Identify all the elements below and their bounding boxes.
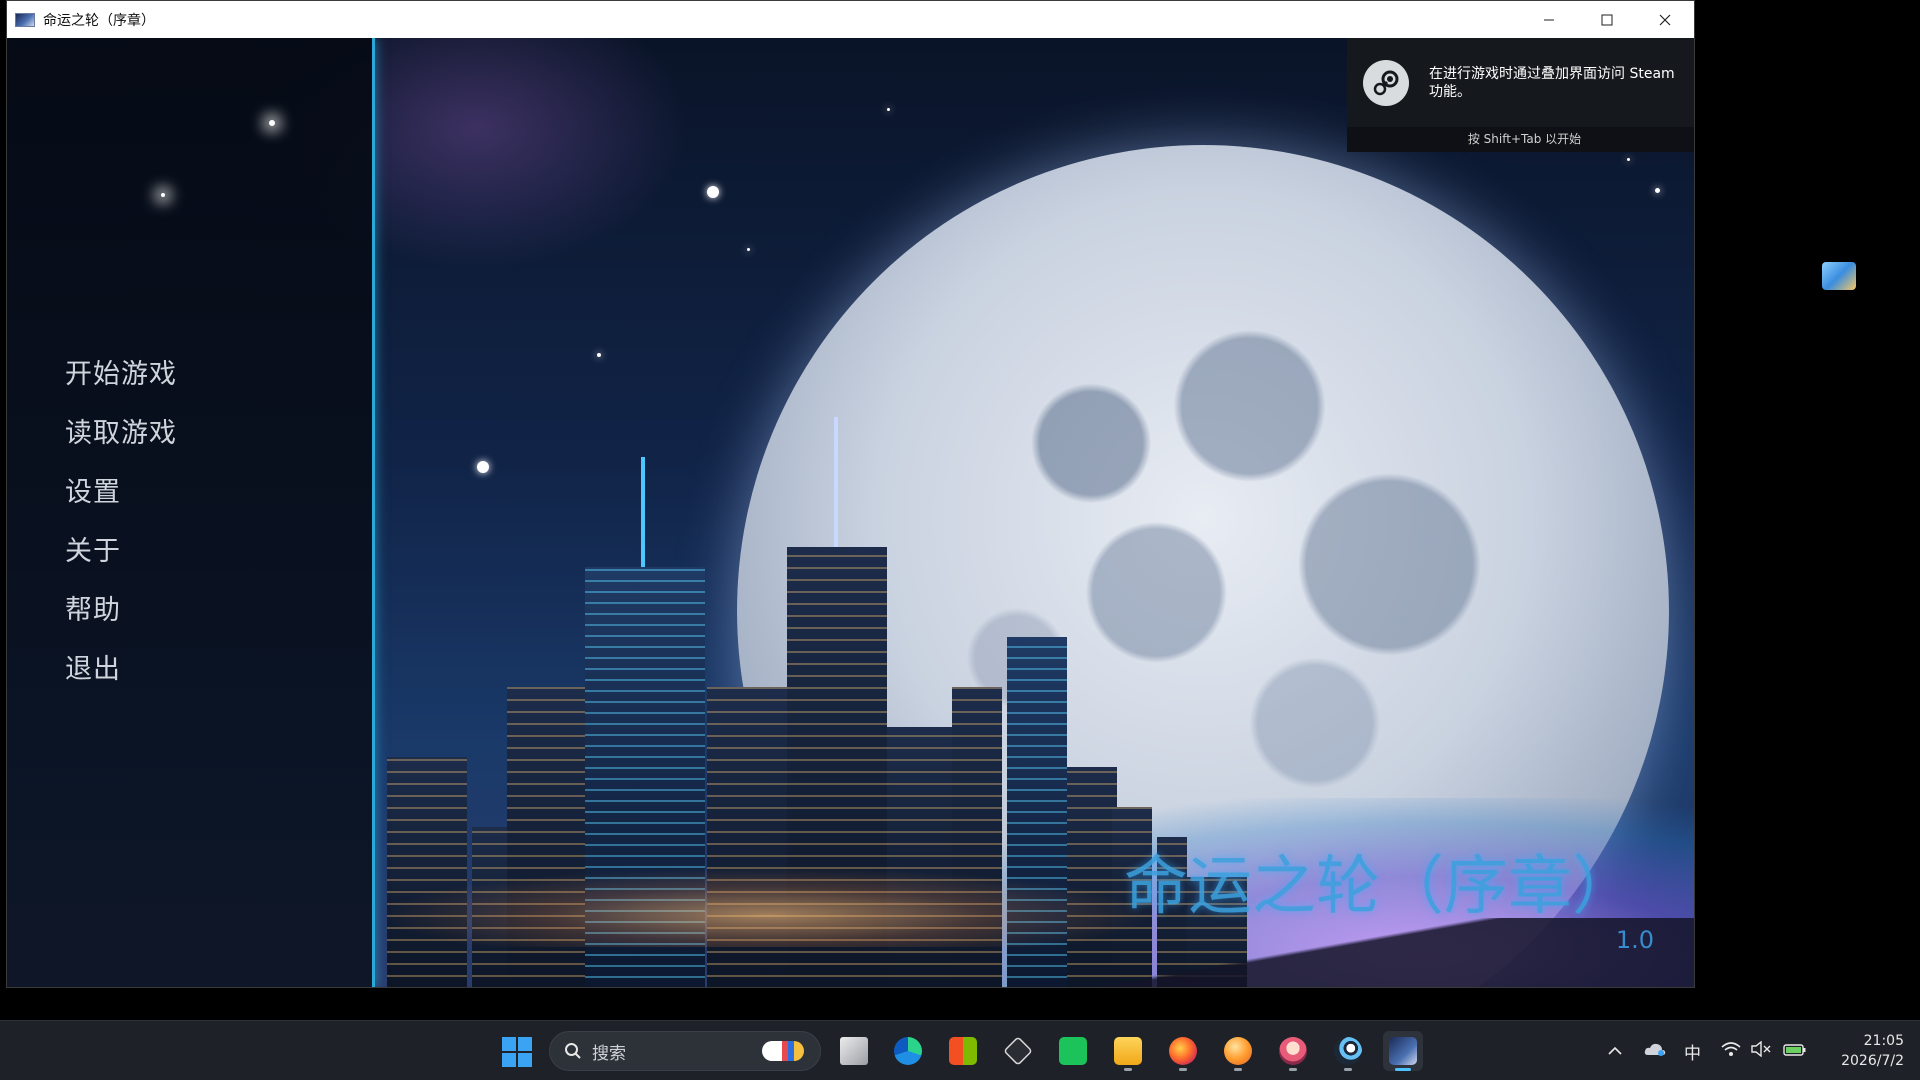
task-view-icon [840, 1037, 868, 1065]
taskbar-edge[interactable] [888, 1031, 928, 1071]
minimize-icon [1544, 19, 1554, 20]
steam-icon [1334, 1037, 1362, 1065]
steam-overlay-message: 在进行游戏时通过叠加界面访问 Steam 功能。 [1429, 65, 1675, 100]
menu-exit[interactable]: 退出 [65, 640, 177, 699]
system-tray: 中 [1608, 1021, 1807, 1080]
version-label: 1.0 [1615, 926, 1654, 954]
tray-overflow-chevron-icon[interactable] [1608, 1041, 1622, 1061]
volume-muted-icon[interactable] [1751, 1040, 1771, 1062]
spire [834, 417, 838, 547]
clock-time: 21:05 [1863, 1033, 1904, 1049]
windows-logo-icon [502, 1037, 516, 1051]
star-glint [161, 193, 165, 197]
wechat-icon [1059, 1037, 1087, 1065]
railway [567, 918, 1694, 987]
game-title: 命运之轮（序章） [1124, 850, 1636, 924]
running-indicator [1234, 1068, 1242, 1071]
main-menu-panel: 开始游戏 读取游戏 设置 关于 帮助 退出 [7, 38, 375, 987]
close-icon [1659, 14, 1671, 25]
window-title: 命运之轮（序章） [43, 12, 155, 29]
taskbar-firefox[interactable] [1163, 1031, 1203, 1071]
menu-start-game[interactable]: 开始游戏 [65, 345, 177, 404]
search-highlight-icon [762, 1041, 804, 1061]
spire [641, 457, 645, 567]
star [1627, 158, 1630, 161]
start-button[interactable] [502, 1037, 532, 1067]
taskbar-game-window[interactable] [1383, 1031, 1423, 1071]
ime-indicator[interactable]: 中 [1684, 1039, 1701, 1064]
star [707, 186, 719, 198]
file-explorer-icon [1114, 1037, 1142, 1065]
desktop-photos-icon[interactable] [1822, 262, 1856, 290]
running-indicator [1179, 1068, 1187, 1071]
menu-load-game[interactable]: 读取游戏 [65, 404, 177, 463]
taskbar-file-explorer[interactable] [1108, 1031, 1148, 1071]
steam-overlay-notification[interactable]: 在进行游戏时通过叠加界面访问 Steam 功能。 按 Shift+Tab 以开始 [1347, 38, 1694, 152]
maximize-button[interactable] [1578, 1, 1636, 38]
star-glint [269, 120, 275, 126]
steam-icon [1363, 59, 1409, 106]
menu-about[interactable]: 关于 [65, 522, 177, 581]
game-scene: 开始游戏 读取游戏 设置 关于 帮助 退出 命运之轮（序章） 1.0 [7, 38, 1694, 987]
menu-settings[interactable]: 设置 [65, 463, 177, 522]
active-indicator [1395, 1068, 1411, 1071]
unity-icon [1003, 1036, 1033, 1066]
running-indicator [1124, 1068, 1132, 1071]
taskbar-wechat[interactable] [1053, 1031, 1093, 1071]
anime-girl-app-icon [1279, 1037, 1307, 1065]
search-placeholder: 搜索 [592, 1043, 626, 1064]
app-icon [15, 12, 35, 27]
taskbar-task-view[interactable] [834, 1031, 874, 1071]
running-indicator [1344, 1068, 1352, 1071]
clock-date: 2026/7/2 [1841, 1053, 1904, 1069]
taskbar: 搜索 中 21:05 2026/7/2 [0, 1020, 1920, 1080]
taskbar-clock[interactable]: 21:05 2026/7/2 [1841, 1031, 1904, 1071]
steam-overlay-hint: 按 Shift+Tab 以开始 [1467, 132, 1582, 146]
onedrive-icon[interactable] [1644, 1041, 1666, 1062]
taskbar-search[interactable]: 搜索 [549, 1031, 821, 1071]
star [1655, 188, 1660, 193]
minimize-button[interactable] [1520, 1, 1578, 38]
taskbar-store[interactable] [943, 1031, 983, 1071]
star [887, 108, 890, 111]
orange-app-icon [1224, 1037, 1252, 1065]
main-menu: 开始游戏 读取游戏 设置 关于 帮助 退出 [65, 345, 177, 699]
wifi-icon[interactable] [1721, 1041, 1741, 1062]
close-button[interactable] [1636, 1, 1694, 38]
title-bar[interactable]: 命运之轮（序章） [7, 1, 1694, 38]
running-indicator [1289, 1068, 1297, 1071]
taskbar-steam[interactable] [1328, 1031, 1368, 1071]
taskbar-orange-app[interactable] [1218, 1031, 1258, 1071]
edge-icon [894, 1037, 922, 1065]
game-window: 命运之轮（序章） 开始游戏 读取游戏 设置 关于 帮助 退出 命运之轮（序章） … [6, 0, 1695, 988]
star [747, 248, 750, 251]
taskbar-anime-app[interactable] [1273, 1031, 1313, 1071]
store-icon [949, 1037, 977, 1065]
firefox-icon [1169, 1037, 1197, 1065]
battery-icon[interactable] [1783, 1041, 1807, 1061]
menu-help[interactable]: 帮助 [65, 581, 177, 640]
game-window-icon [1389, 1037, 1417, 1065]
search-icon [565, 1043, 581, 1059]
maximize-icon [1601, 14, 1613, 25]
taskbar-unity[interactable] [998, 1031, 1038, 1071]
